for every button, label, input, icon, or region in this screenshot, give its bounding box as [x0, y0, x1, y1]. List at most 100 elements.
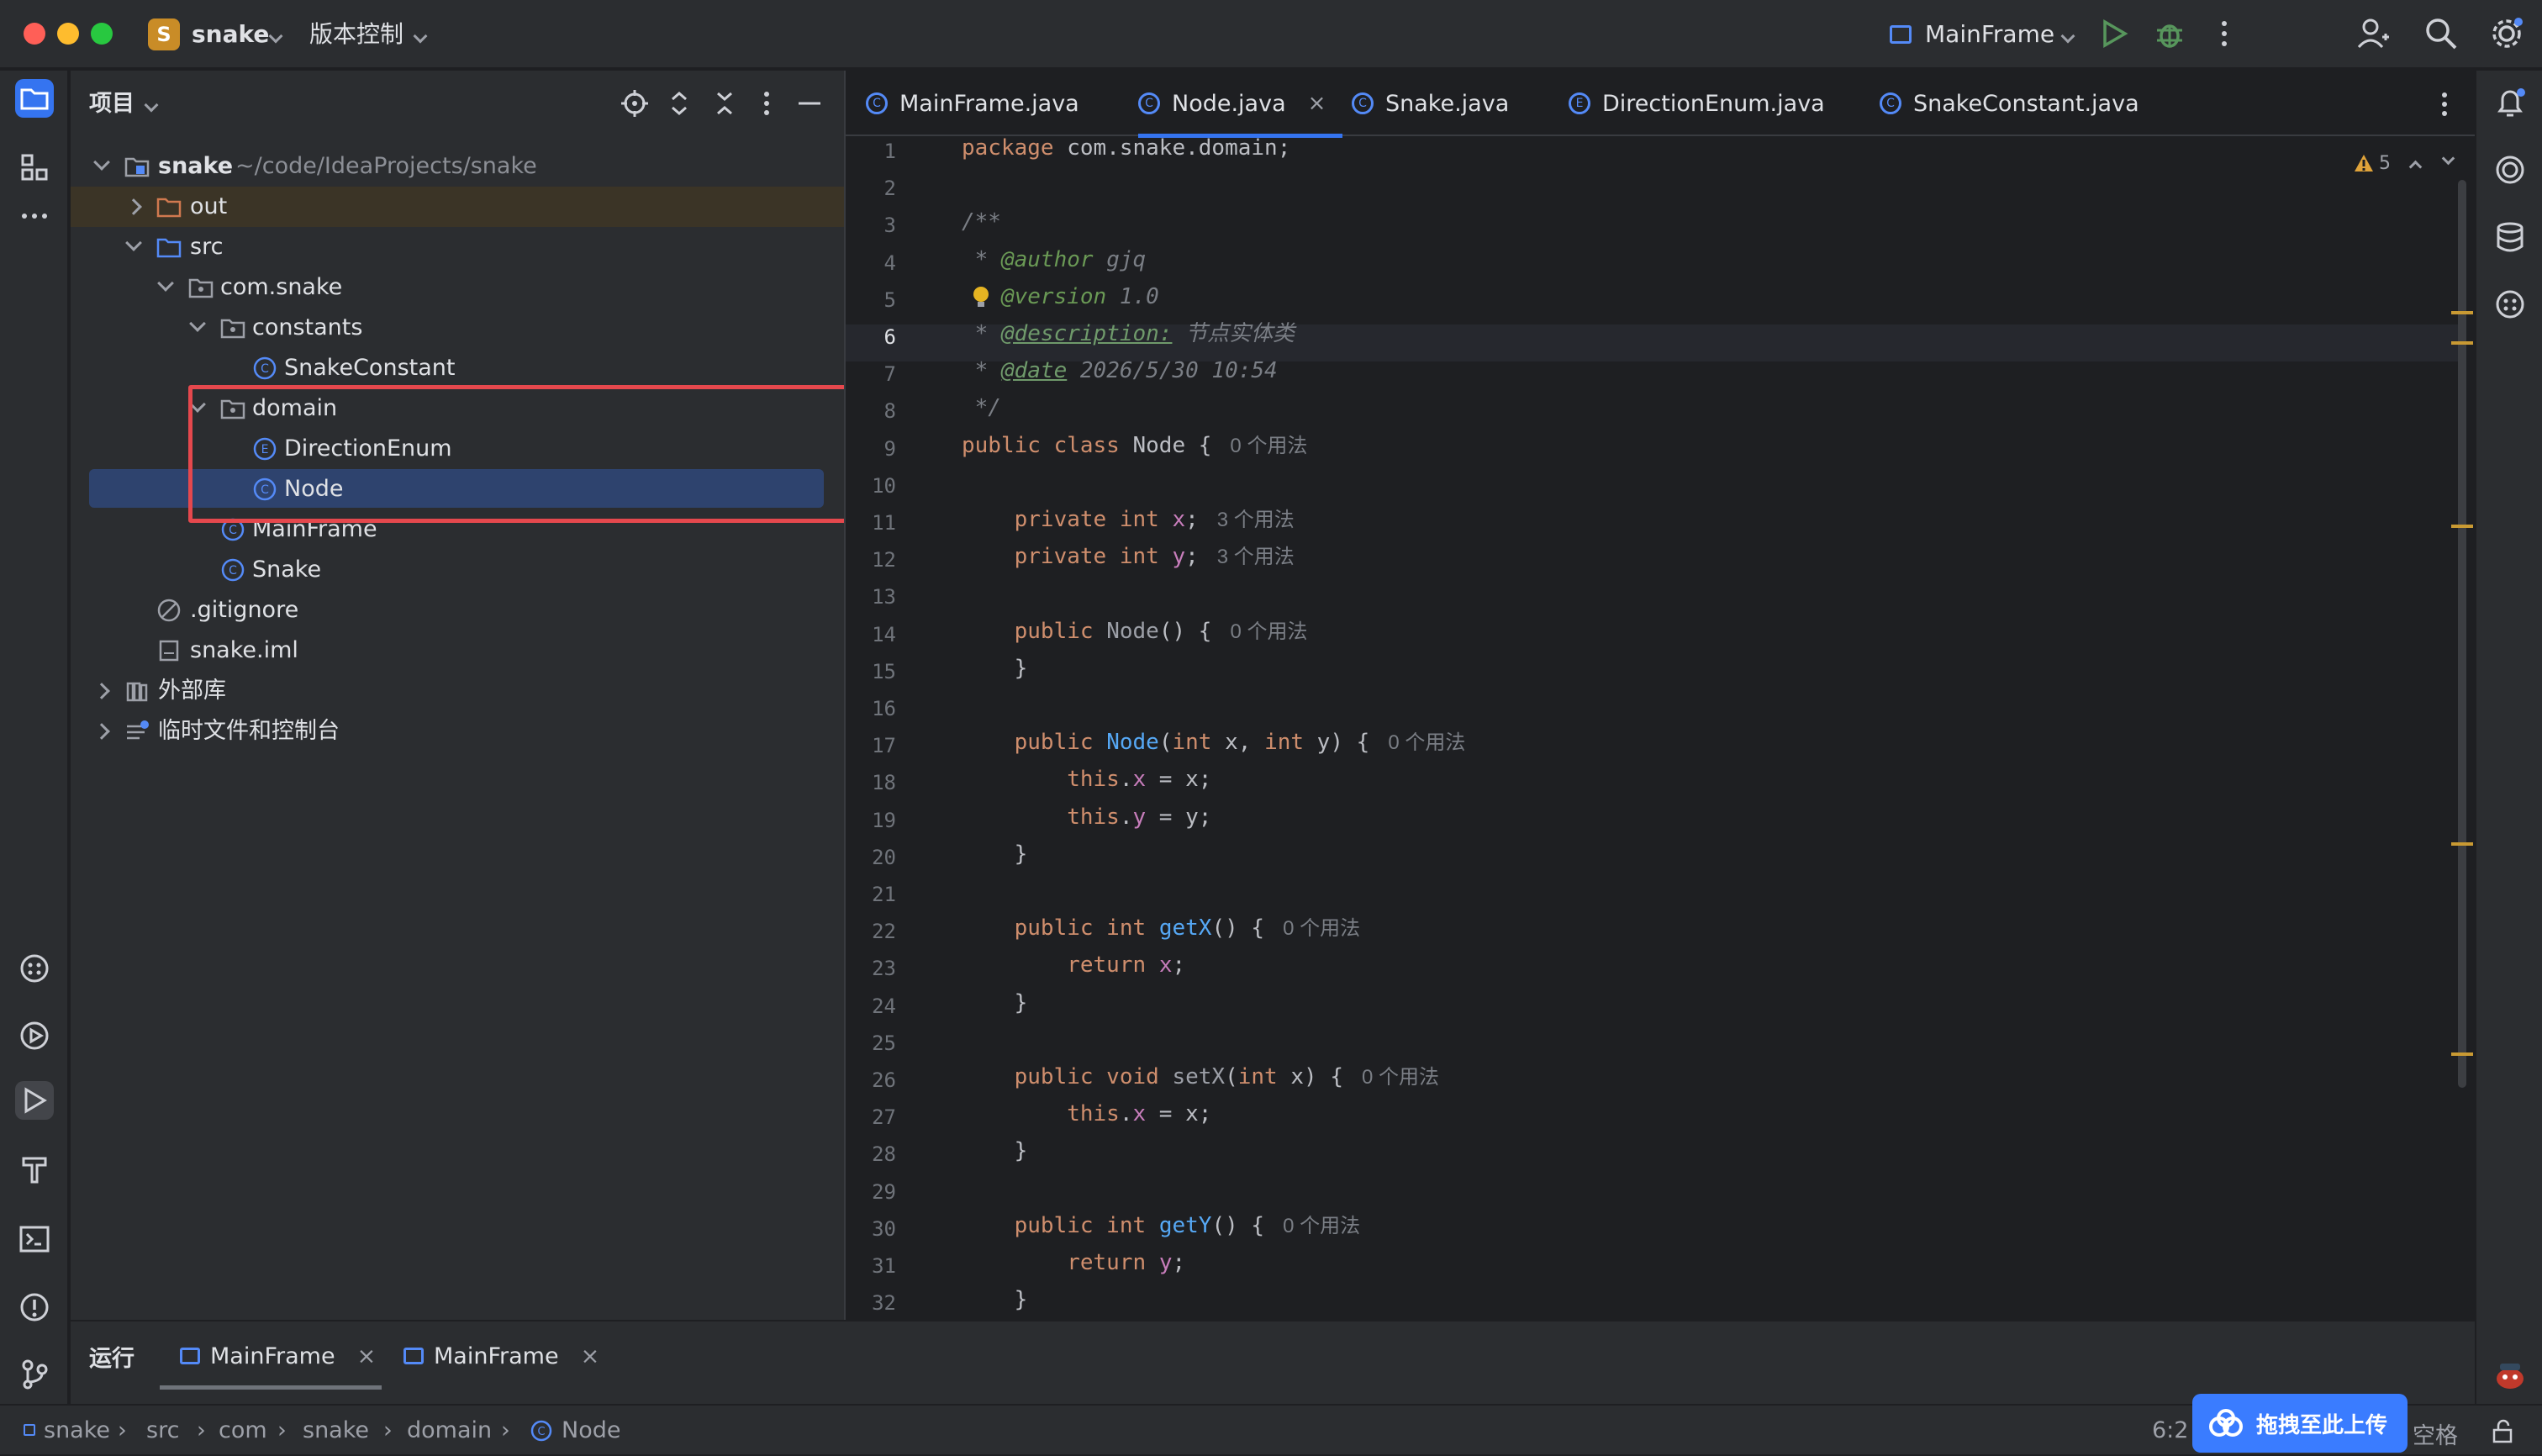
code-token: = x; — [1146, 1101, 1212, 1127]
close-tab-icon[interactable]: × — [357, 1343, 377, 1369]
add-user-icon[interactable] — [2357, 17, 2391, 50]
more-tools-button[interactable] — [15, 197, 54, 235]
editor-scrollbar[interactable] — [2458, 180, 2466, 1088]
tab-snake-java[interactable]: C Snake.java — [1352, 71, 1509, 136]
project-switcher[interactable]: S snake — [148, 17, 283, 52]
project-tool-button[interactable] — [15, 79, 54, 118]
lightbulb-icon[interactable] — [972, 286, 990, 311]
plugins-icon[interactable] — [2493, 288, 2527, 321]
ai-assistant-icon[interactable] — [2493, 153, 2527, 187]
usages-inlay-hint[interactable]: 0 个用法 — [1388, 731, 1465, 754]
expand-all-icon[interactable] — [667, 89, 691, 118]
tree-item-src[interactable]: src — [71, 227, 844, 267]
tab-node-java[interactable]: C Node.java × — [1138, 71, 1343, 138]
debug-icon[interactable] — [2154, 18, 2186, 50]
project-view-selector[interactable]: 项目 — [89, 87, 159, 121]
previous-highlight-icon[interactable] — [2408, 160, 2423, 173]
run-tab-mainframe-2[interactable]: MainFrame × — [403, 1333, 599, 1379]
usages-inlay-hint[interactable]: 3 个用法 — [1217, 509, 1295, 531]
close-tab-icon[interactable]: × — [581, 1343, 600, 1369]
problems-tool-button[interactable] — [15, 1288, 54, 1327]
minimize-window-button[interactable] — [57, 23, 79, 45]
options-icon[interactable] — [760, 89, 773, 118]
git-tool-button[interactable] — [15, 1355, 54, 1394]
tree-item-snake-iml[interactable]: snake.iml — [71, 630, 844, 671]
code-token: y — [1132, 804, 1147, 830]
settings-gear-icon[interactable] — [2490, 17, 2524, 50]
run-icon[interactable] — [2098, 18, 2128, 49]
warning-marker[interactable] — [2451, 311, 2473, 314]
line-number: 30 — [872, 1216, 896, 1241]
breadcrumb-item[interactable]: snake — [44, 1417, 110, 1443]
collapse-all-icon[interactable] — [713, 89, 736, 118]
code-token: ; — [1185, 544, 1199, 570]
indent-setting[interactable]: 空格 — [2413, 1417, 2458, 1450]
next-highlight-icon[interactable] — [2441, 151, 2455, 165]
tree-item-external-libraries[interactable]: 外部库 — [71, 671, 844, 711]
usages-inlay-hint[interactable]: 3 个用法 — [1217, 546, 1295, 568]
usages-inlay-hint[interactable]: 0 个用法 — [1230, 620, 1307, 643]
vcs-menu[interactable]: 版本控制 — [309, 17, 428, 52]
tree-item-out[interactable]: out — [71, 187, 844, 227]
caret-position[interactable]: 6:2 — [2152, 1417, 2188, 1443]
structure-tool-button[interactable] — [15, 148, 54, 187]
notifications-bell-icon[interactable] — [2493, 86, 2527, 119]
inspection-widget[interactable]: 5 — [2354, 148, 2455, 178]
breadcrumb-item[interactable]: com — [219, 1417, 267, 1443]
tree-item-constants[interactable]: constants — [71, 308, 844, 348]
terminal-tool-button[interactable] — [15, 1220, 54, 1258]
warning-marker[interactable] — [2451, 842, 2473, 846]
line-number: 29 — [872, 1179, 896, 1204]
usages-inlay-hint[interactable]: 0 个用法 — [1230, 435, 1307, 457]
hide-panel-icon[interactable] — [797, 89, 822, 118]
search-icon[interactable] — [2424, 17, 2458, 50]
zoom-window-button[interactable] — [91, 23, 113, 45]
run-tool-button[interactable] — [15, 1081, 54, 1120]
more-vertical-icon[interactable] — [2216, 18, 2233, 49]
line-number: 25 — [872, 1031, 896, 1055]
tree-item-snakeconstant[interactable]: C SnakeConstant — [71, 348, 844, 388]
run-config-selector[interactable]: MainFrame — [1890, 17, 2075, 52]
close-window-button[interactable] — [24, 23, 45, 45]
tree-item-snake[interactable]: C Snake — [71, 550, 844, 590]
tree-item-com-snake[interactable]: com.snake — [71, 267, 844, 308]
source-folder-icon — [156, 238, 182, 258]
code-token: public int — [962, 915, 1159, 942]
tab-options-icon[interactable] — [2438, 91, 2451, 118]
code-token: } — [962, 989, 1028, 1016]
database-icon[interactable] — [2493, 220, 2527, 254]
plugins-tool-button[interactable] — [15, 949, 54, 988]
breadcrumb-item[interactable]: snake — [303, 1417, 369, 1443]
code-token: int — [1264, 730, 1305, 756]
warning-marker[interactable] — [2451, 1052, 2473, 1056]
usages-inlay-hint[interactable]: 0 个用法 — [1283, 917, 1360, 940]
tab-directionenum-java[interactable]: E DirectionEnum.java — [1569, 71, 1825, 136]
usages-inlay-hint[interactable]: 0 个用法 — [1362, 1066, 1439, 1089]
tab-mainframe-java[interactable]: C MainFrame.java — [866, 71, 1079, 136]
chevron-right-icon — [93, 683, 110, 699]
upload-drop-widget[interactable]: 拖拽至此上传 — [2192, 1394, 2408, 1453]
tree-item-gitignore[interactable]: .gitignore — [71, 590, 844, 630]
tree-item-snake-root[interactable]: snake ~/code/IdeaProjects/snake — [71, 146, 844, 187]
tab-snakeconstant-java[interactable]: C SnakeConstant.java — [1880, 71, 2139, 136]
warning-marker[interactable] — [2451, 525, 2473, 528]
warning-marker[interactable] — [2451, 341, 2473, 345]
tree-item-scratches[interactable]: 临时文件和控制台 — [71, 711, 844, 752]
locate-file-icon[interactable] — [620, 89, 649, 118]
lock-icon[interactable] — [2490, 1419, 2515, 1444]
code-token: public void — [962, 1064, 1173, 1089]
close-tab-icon[interactable]: × — [1308, 91, 1326, 116]
folder-icon — [20, 88, 49, 110]
usages-inlay-hint[interactable]: 0 个用法 — [1283, 1215, 1360, 1237]
mascot-icon[interactable] — [2492, 1358, 2529, 1392]
line-number: 19 — [872, 808, 896, 832]
breadcrumb-item[interactable]: Node — [562, 1417, 620, 1443]
tree-item-label: 临时文件和控制台 — [158, 718, 340, 744]
code-line-22: public int getX() {0 个用法 — [962, 910, 1360, 947]
breadcrumb-item[interactable]: domain — [407, 1417, 492, 1443]
services-tool-button[interactable] — [15, 1016, 54, 1055]
breadcrumb-item[interactable]: src — [146, 1417, 179, 1443]
run-tab-mainframe-1[interactable]: MainFrame × — [180, 1333, 376, 1379]
code-line-27: this.x = x; — [962, 1095, 1211, 1132]
build-tool-button[interactable] — [15, 1151, 54, 1190]
